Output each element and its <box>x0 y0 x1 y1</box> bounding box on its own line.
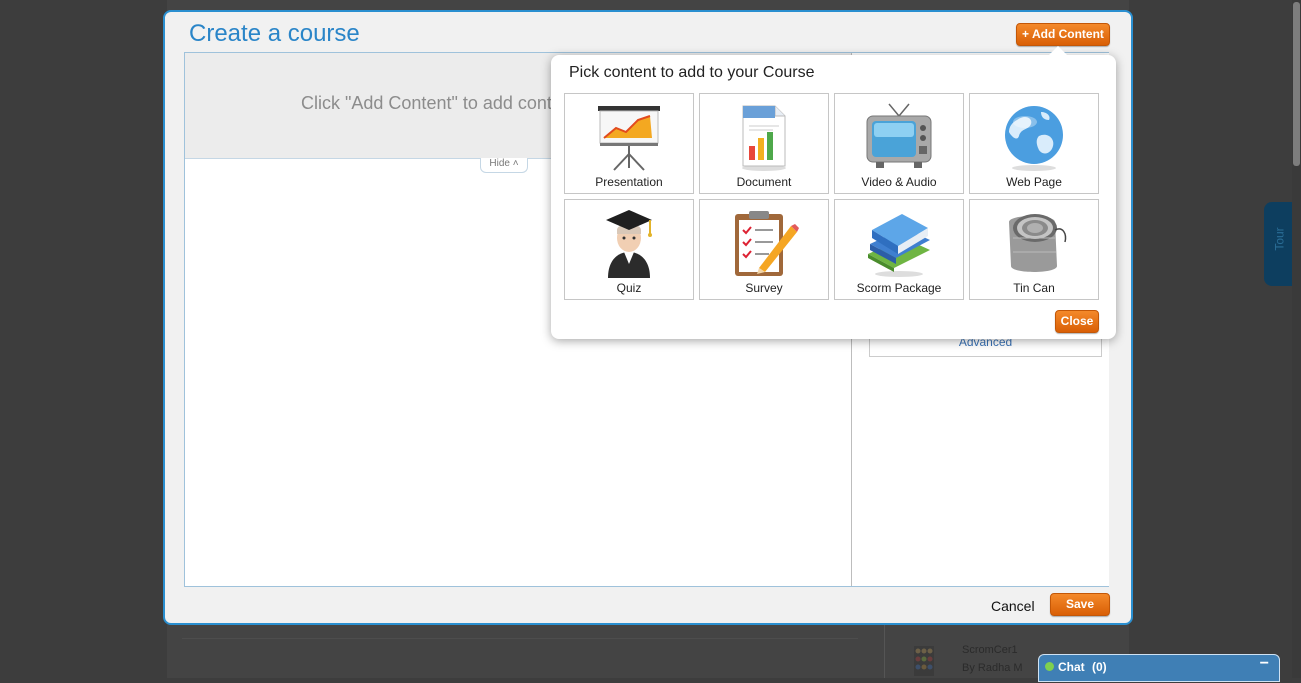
background-column-divider <box>884 620 885 678</box>
tile-tin-can[interactable]: Tin Can <box>969 199 1099 300</box>
tile-survey[interactable]: Survey <box>699 199 829 300</box>
scrollbar-thumb[interactable] <box>1293 2 1300 166</box>
tin-can-icon <box>999 208 1069 278</box>
minimize-icon[interactable]: − <box>1260 655 1269 673</box>
tile-scorm-package[interactable]: Scorm Package <box>834 199 964 300</box>
hide-label: Hide <box>489 158 510 169</box>
chat-count: (0) <box>1092 660 1107 674</box>
close-button[interactable]: Close <box>1055 310 1099 333</box>
course-thumbnail[interactable] <box>906 642 942 678</box>
tile-label: Tin Can <box>1013 281 1055 295</box>
popup-title: Pick content to add to your Course <box>569 64 815 81</box>
placeholder-text: Click "Add Content" to add cont <box>301 93 552 113</box>
books-icon <box>864 208 934 278</box>
tile-label: Scorm Package <box>856 281 942 295</box>
online-status-icon <box>1045 662 1054 671</box>
tv-icon <box>864 102 934 172</box>
course-title-link[interactable]: ScromCer1 <box>962 644 1018 656</box>
tile-label: Presentation <box>595 175 663 189</box>
tile-label: Video & Audio <box>861 175 937 189</box>
document-icon <box>729 102 799 172</box>
tile-label: Document <box>736 175 792 189</box>
page-scrollbar[interactable] <box>1292 0 1301 678</box>
chat-label: Chat <box>1058 660 1085 674</box>
tile-web-page[interactable]: Web Page <box>969 93 1099 194</box>
cancel-button[interactable]: Cancel <box>991 598 1035 614</box>
tile-label: Web Page <box>1006 175 1062 189</box>
presentation-icon <box>594 102 664 172</box>
save-button[interactable]: Save <box>1050 593 1110 616</box>
add-content-button[interactable]: + Add Content <box>1016 23 1110 46</box>
chevron-up-double-icon: ˄ <box>512 158 519 169</box>
popup-arrow <box>1048 46 1068 56</box>
background-divider <box>182 638 858 639</box>
graduate-icon <box>594 208 664 278</box>
hide-toggle[interactable]: Hide ˄ <box>480 158 528 173</box>
tile-label: Quiz <box>616 281 642 295</box>
modal-title: Create a course <box>189 20 360 47</box>
clipboard-icon <box>729 208 799 278</box>
course-author: By Radha M <box>962 662 1023 674</box>
globe-icon <box>999 102 1069 172</box>
tour-label: Tour <box>1272 227 1287 251</box>
tile-quiz[interactable]: Quiz <box>564 199 694 300</box>
tile-presentation[interactable]: Presentation <box>564 93 694 194</box>
tile-video-audio[interactable]: Video & Audio <box>834 93 964 194</box>
pick-content-popup: Pick content to add to your Course Prese… <box>551 46 1116 339</box>
tile-label: Survey <box>745 281 783 295</box>
tile-document[interactable]: Document <box>699 93 829 194</box>
